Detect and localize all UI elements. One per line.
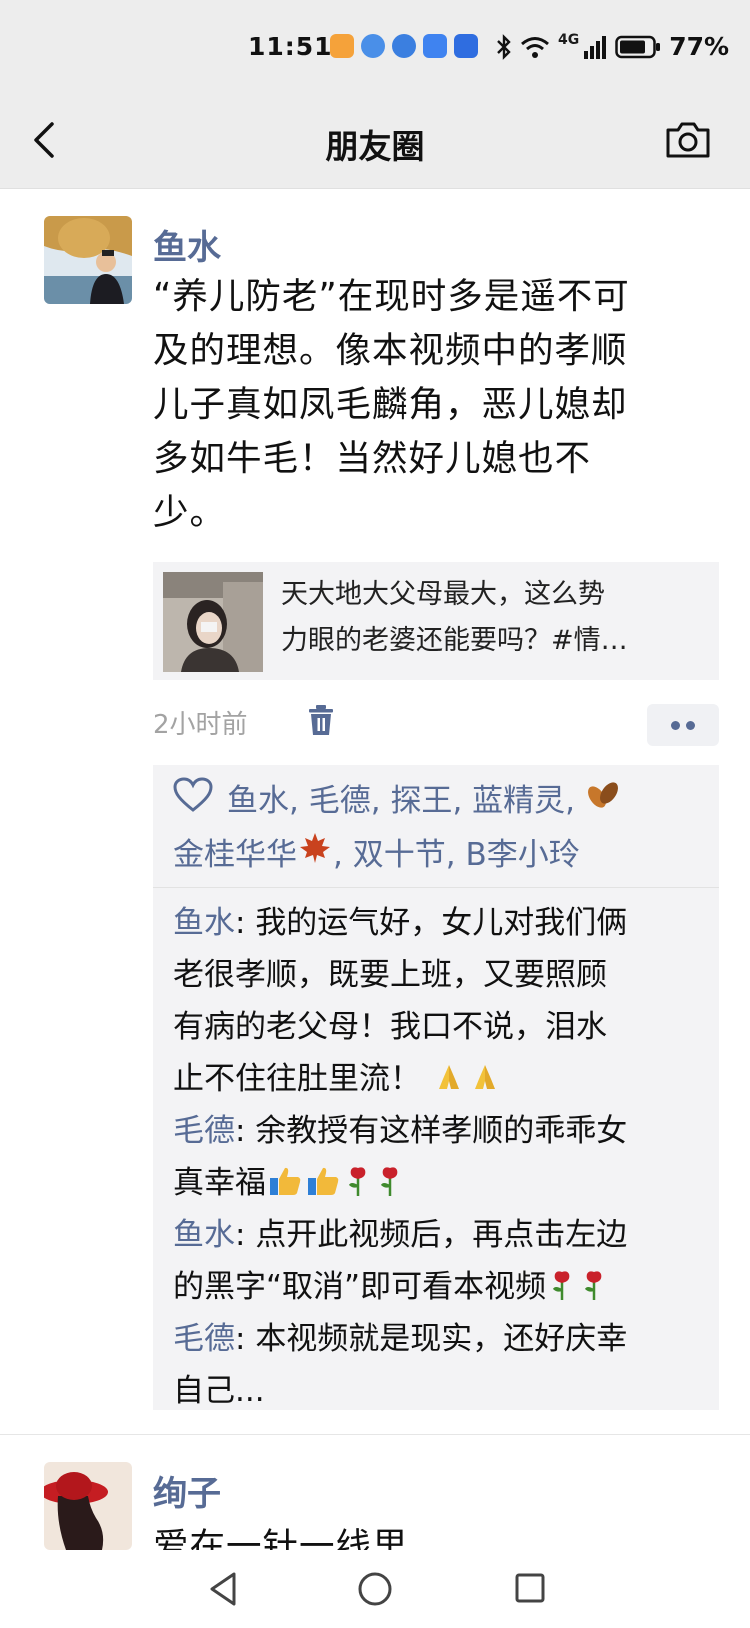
comment-text: 真幸福 bbox=[173, 1165, 266, 1201]
comment[interactable]: 鱼水: 点开此视频后，再点击左边 的黑字“取消”即可看本视频 bbox=[173, 1209, 703, 1317]
camera-button[interactable] bbox=[664, 116, 712, 164]
more-dot-icon bbox=[671, 721, 680, 730]
comment-name-separator: : bbox=[235, 1113, 256, 1149]
comment-text: 有病的老父母！我口不说，泪水 bbox=[173, 1009, 607, 1045]
post-text-line: 少。 bbox=[153, 492, 227, 533]
liker-name[interactable]: B李小玲 bbox=[465, 837, 579, 873]
app-notification-icon bbox=[392, 34, 416, 58]
comment-text: 的黑字“取消”即可看本视频 bbox=[173, 1269, 547, 1305]
video-thumbnail bbox=[163, 572, 263, 672]
nav-recents-button[interactable] bbox=[505, 1564, 555, 1614]
folded-hands-emoji-icon bbox=[433, 1057, 465, 1109]
comment[interactable]: 毛德: 本视频就是现实，还好庆幸 自己... bbox=[173, 1313, 703, 1417]
comment-text: 自己... bbox=[173, 1373, 265, 1409]
comment-text: 老很孝顺，既要上班，又要照顾 bbox=[173, 957, 607, 993]
avatar[interactable] bbox=[44, 216, 132, 304]
comment[interactable]: 毛德: 余教授有这样孝顺的乖乖女 真幸福 bbox=[173, 1105, 703, 1213]
comment-name-separator: : bbox=[235, 1217, 256, 1253]
status-bar: 11:51 4G 77% bbox=[0, 0, 750, 96]
comment-text: 点开此视频后，再点击左边 bbox=[255, 1217, 628, 1253]
post-text-line: 儿子真如凤毛麟角，恶儿媳却 bbox=[153, 384, 628, 425]
folded-hands-emoji-icon bbox=[469, 1057, 501, 1109]
liker-name[interactable]: 双十节 bbox=[353, 837, 446, 873]
status-right: 4G 77% bbox=[496, 32, 729, 61]
post-timestamp: 2小时前 bbox=[153, 710, 248, 740]
wifi-icon bbox=[521, 36, 549, 58]
system-navigation-bar bbox=[0, 1552, 750, 1628]
network-type: 4G bbox=[558, 32, 580, 48]
likes-list: 鱼水, 毛德, 探王, 蓝精灵, 金桂华华 , 双十节, B李小玲 bbox=[173, 775, 703, 882]
commenter-name[interactable]: 鱼水 bbox=[173, 905, 235, 941]
divider bbox=[153, 887, 719, 888]
liker-name[interactable]: 蓝精灵 bbox=[472, 783, 565, 819]
post-author[interactable]: 鱼水 bbox=[153, 220, 221, 269]
liker-name[interactable]: 探王 bbox=[390, 783, 452, 819]
shared-video-card[interactable]: 天大地大父母最大，这么势 力眼的老婆还能要吗？#情… bbox=[153, 562, 719, 680]
post-text: “养儿防老”在现时多是遥不可 及的理想。像本视频中的孝顺 儿子真如凤毛麟角，恶儿… bbox=[153, 270, 733, 540]
post-text: 爱在一针一线里 bbox=[153, 1526, 409, 1550]
page-title: 朋友圈 bbox=[325, 127, 425, 166]
post-author[interactable]: 绚子 bbox=[153, 1466, 221, 1515]
post-separator bbox=[0, 1434, 750, 1435]
more-options-button[interactable] bbox=[647, 704, 719, 746]
comment-name-separator: : bbox=[235, 1321, 256, 1357]
app-notification-icon bbox=[330, 34, 354, 58]
thumbs-up-emoji-icon bbox=[306, 1161, 340, 1213]
trash-icon bbox=[309, 705, 333, 735]
notification-icons bbox=[330, 34, 478, 58]
commenter-name[interactable]: 毛德 bbox=[173, 1113, 235, 1149]
delete-button[interactable] bbox=[306, 703, 336, 737]
like-separator: , bbox=[370, 783, 391, 819]
likes-comments-panel: 鱼水, 毛德, 探王, 蓝精灵, 金桂华华 , 双十节, B李小玲 鱼水: 我的… bbox=[153, 765, 719, 1410]
rose-emoji-icon bbox=[580, 1265, 608, 1317]
post-text-line: 及的理想。像本视频中的孝顺 bbox=[153, 330, 628, 371]
moments-header: 朋友圈 bbox=[0, 96, 750, 189]
avatar[interactable] bbox=[44, 1462, 132, 1550]
commenter-name[interactable]: 毛德 bbox=[173, 1321, 235, 1357]
triangle-back-icon bbox=[210, 1572, 236, 1606]
more-dot-icon bbox=[686, 721, 695, 730]
bluetooth-icon bbox=[497, 33, 511, 60]
share-title-line: 力眼的老婆还能要吗？#情… bbox=[281, 625, 628, 656]
rose-emoji-icon bbox=[344, 1161, 372, 1213]
battery-icon bbox=[615, 35, 661, 58]
app-notification-icon bbox=[423, 34, 447, 58]
comment-text: 我的运气好，女儿对我们俩 bbox=[255, 905, 628, 941]
fallen-leaf-emoji-icon bbox=[585, 777, 621, 829]
maple-leaf-emoji-icon bbox=[297, 830, 333, 882]
comment-text: 止不住往肚里流！ bbox=[173, 1061, 421, 1097]
comment-name-separator: : bbox=[235, 905, 256, 941]
nav-home-button[interactable] bbox=[350, 1564, 400, 1614]
app-notification-icon bbox=[361, 34, 385, 58]
like-separator: , bbox=[445, 836, 466, 873]
square-recents-icon bbox=[515, 1573, 545, 1603]
status-time: 11:51 bbox=[248, 32, 333, 61]
post-text-line: 多如牛毛！当然好儿媳也不 bbox=[153, 438, 592, 479]
battery-percent: 77% bbox=[669, 32, 730, 61]
rose-emoji-icon bbox=[376, 1161, 404, 1213]
heart-icon bbox=[173, 776, 213, 829]
liker-name[interactable]: 金桂华华 bbox=[173, 837, 297, 873]
liker-name[interactable]: 鱼水 bbox=[227, 783, 289, 819]
app-notification-icon bbox=[454, 34, 478, 58]
comment-text: 余教授有这样孝顺的乖乖女 bbox=[255, 1113, 628, 1149]
share-title-line: 天大地大父母最大，这么势 bbox=[281, 579, 605, 610]
signal-icon bbox=[584, 35, 607, 59]
post-text-clip: 爱在一针一线里 bbox=[153, 1520, 713, 1550]
commenter-name[interactable]: 鱼水 bbox=[173, 1217, 235, 1253]
liker-name[interactable]: 毛德 bbox=[309, 783, 371, 819]
circle-home-icon bbox=[358, 1572, 392, 1606]
post-text-line: “养儿防老”在现时多是遥不可 bbox=[153, 276, 630, 317]
comment[interactable]: 鱼水: 我的运气好，女儿对我们俩 老很孝顺，既要上班，又要照顾 有病的老父母！我… bbox=[173, 897, 703, 1109]
camera-icon bbox=[666, 122, 710, 158]
like-separator: , bbox=[333, 836, 353, 873]
like-separator: , bbox=[289, 783, 309, 819]
nav-back-button[interactable] bbox=[200, 1564, 250, 1614]
rose-emoji-icon bbox=[548, 1265, 576, 1317]
thumbs-up-emoji-icon bbox=[268, 1161, 302, 1213]
like-separator: , bbox=[452, 783, 473, 819]
share-title: 天大地大父母最大，这么势 力眼的老婆还能要吗？#情… bbox=[281, 572, 701, 664]
comment-text: 本视频就是现实，还好庆幸 bbox=[255, 1321, 628, 1357]
like-separator: , bbox=[565, 783, 585, 819]
